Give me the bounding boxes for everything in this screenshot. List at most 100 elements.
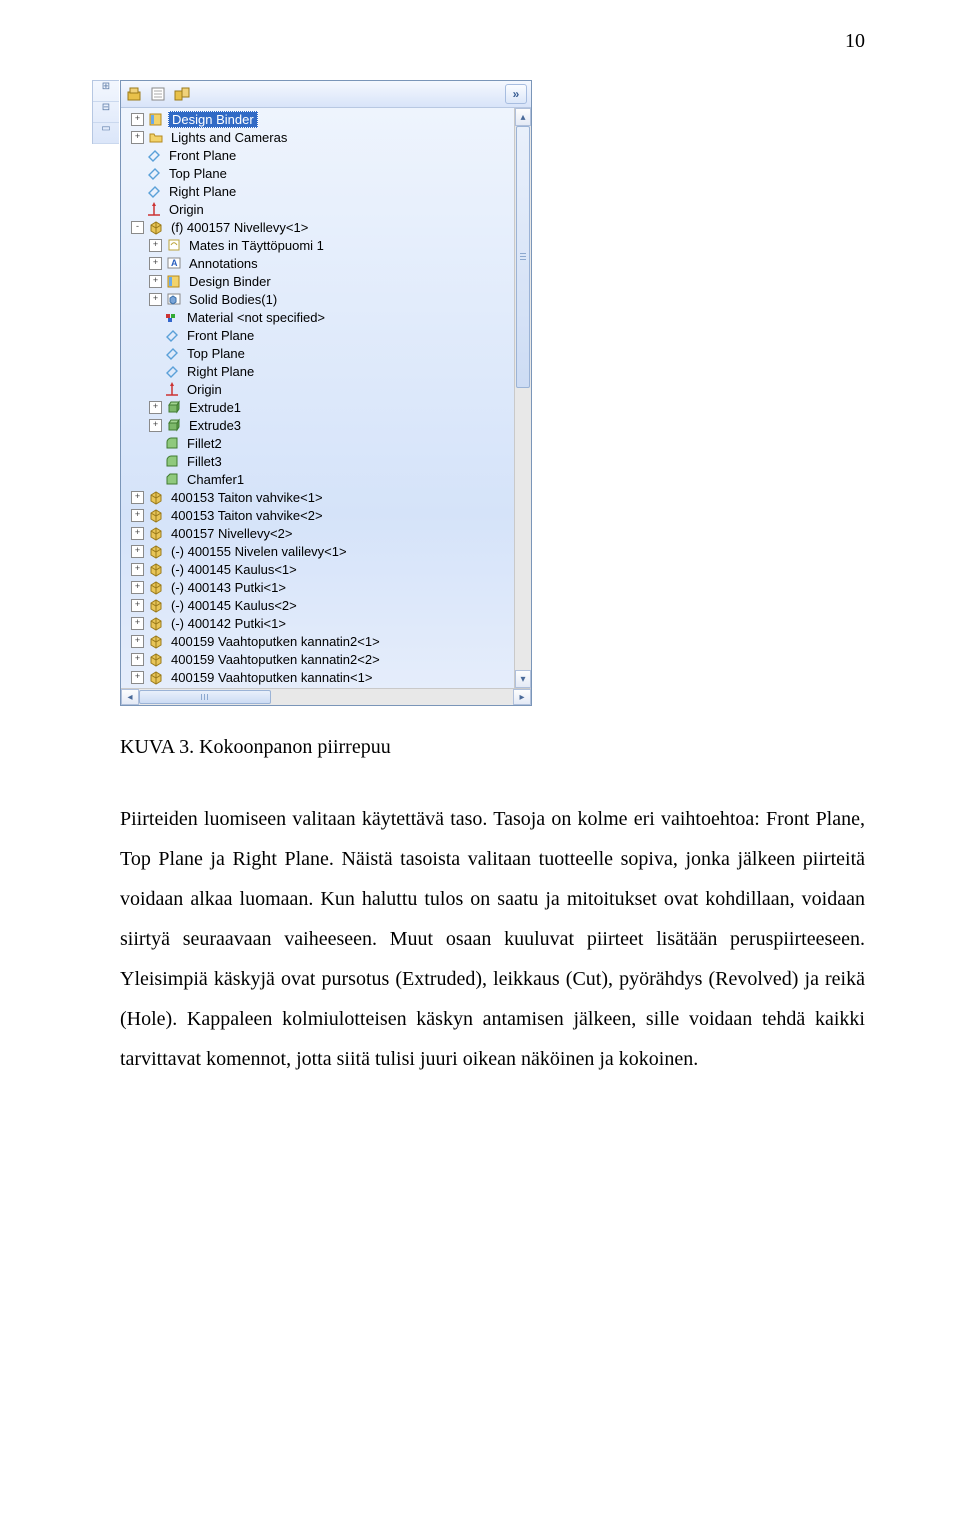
part-icon — [148, 561, 164, 577]
expand-icon[interactable]: + — [149, 275, 162, 288]
tree-item[interactable]: +Lights and Cameras — [123, 128, 531, 146]
tree-item[interactable]: +(-) 400142 Putki<1> — [123, 614, 531, 632]
vertical-scrollbar[interactable]: ▴ ▾ — [514, 108, 531, 688]
tree-item[interactable]: Material <not specified> — [123, 308, 531, 326]
scroll-down-arrow[interactable]: ▾ — [515, 670, 531, 688]
expand-icon[interactable]: + — [131, 509, 144, 522]
tree-item[interactable]: Top Plane — [123, 344, 531, 362]
expand-icon[interactable]: + — [131, 527, 144, 540]
hscroll-track[interactable] — [139, 689, 513, 705]
tree-item-label: Solid Bodies(1) — [186, 292, 280, 307]
tree-item[interactable]: Right Plane — [123, 182, 531, 200]
tree-item[interactable]: Front Plane — [123, 326, 531, 344]
mates-icon — [166, 237, 182, 253]
expand-icon[interactable]: + — [131, 491, 144, 504]
fillet-icon — [164, 453, 180, 469]
tree-item[interactable]: +(-) 400143 Putki<1> — [123, 578, 531, 596]
horizontal-scrollbar[interactable]: ◂ ▸ — [121, 688, 531, 705]
tree-item-label: Front Plane — [166, 148, 239, 163]
tree-item-label: Origin — [166, 202, 207, 217]
tree-item[interactable]: +400159 Vaahtoputken kannatin<1> — [123, 668, 531, 686]
side-btn-2[interactable]: ⊟ — [93, 102, 119, 123]
origin-icon — [146, 201, 162, 217]
figure-caption: KUVA 3. Kokoonpanon piirrepuu — [120, 736, 865, 759]
tree-item-label: Origin — [184, 382, 225, 397]
tree-item-label: (-) 400145 Kaulus<2> — [168, 598, 300, 613]
expand-icon[interactable]: + — [131, 545, 144, 558]
tree-item[interactable]: + Design Binder — [123, 272, 531, 290]
expand-icon[interactable]: + — [149, 293, 162, 306]
tree-item-label: (f) 400157 Nivellevy<1> — [168, 220, 311, 235]
feature-tree[interactable]: + Design Binder +Lights and Cameras Front P… — [121, 108, 531, 688]
expand-icon[interactable]: + — [131, 131, 144, 144]
tree-item[interactable]: +400157 Nivellevy<2> — [123, 524, 531, 542]
expand-button[interactable]: » — [505, 84, 527, 104]
svg-text:A: A — [171, 258, 178, 268]
tree-item[interactable]: + Extrude3 — [123, 416, 531, 434]
tab-assembly-icon[interactable] — [125, 85, 143, 103]
tree-item[interactable]: Origin — [123, 380, 531, 398]
side-btn-1[interactable]: ⊞ — [93, 81, 119, 102]
part-icon — [148, 615, 164, 631]
expand-icon[interactable]: + — [131, 653, 144, 666]
feature-tree-panel: » + Design Binder +Lights and Cameras Front… — [120, 80, 532, 706]
binder-icon — [166, 273, 182, 289]
tree-item[interactable]: - (f) 400157 Nivellevy<1> — [123, 218, 531, 236]
tree-item-label: 400153 Taiton vahvike<1> — [168, 490, 326, 505]
tree-item[interactable]: +Mates in Täyttöpuomi 1 — [123, 236, 531, 254]
tab-config-icon[interactable] — [173, 85, 191, 103]
folder-y-icon — [148, 129, 164, 145]
expand-icon[interactable]: + — [131, 635, 144, 648]
tree-item[interactable]: Right Plane — [123, 362, 531, 380]
tree-item[interactable]: + (-) 400155 Nivelen valilevy<1> — [123, 542, 531, 560]
collapse-icon[interactable]: - — [131, 221, 144, 234]
tree-item-label: Extrude1 — [186, 400, 244, 415]
scroll-left-arrow[interactable]: ◂ — [121, 689, 139, 705]
tree-item[interactable]: Fillet3 — [123, 452, 531, 470]
hscroll-thumb[interactable] — [139, 690, 271, 704]
expand-icon[interactable]: + — [131, 563, 144, 576]
expand-icon[interactable]: + — [149, 401, 162, 414]
expand-icon[interactable]: + — [149, 239, 162, 252]
tree-item[interactable]: +AAnnotations — [123, 254, 531, 272]
tree-item[interactable]: Origin — [123, 200, 531, 218]
tree-item-label: Extrude3 — [186, 418, 244, 433]
expand-icon[interactable]: + — [131, 599, 144, 612]
tree-item-label: (-) 400155 Nivelen valilevy<1> — [168, 544, 350, 559]
tree-item[interactable]: Fillet2 — [123, 434, 531, 452]
tree-item[interactable]: Front Plane — [123, 146, 531, 164]
vscroll-thumb[interactable] — [516, 126, 530, 388]
tree-item[interactable]: + (-) 400145 Kaulus<2> — [123, 596, 531, 614]
plane-icon — [164, 363, 180, 379]
tree-item-label: 400157 Nivellevy<2> — [168, 526, 295, 541]
tree-item[interactable]: +400153 Taiton vahvike<2> — [123, 506, 531, 524]
expand-icon[interactable]: + — [149, 419, 162, 432]
side-btn-3[interactable]: ▭ — [93, 123, 119, 144]
expand-icon[interactable]: + — [149, 257, 162, 270]
tree-item[interactable]: +400153 Taiton vahvike<1> — [123, 488, 531, 506]
scroll-up-arrow[interactable]: ▴ — [515, 108, 531, 126]
tree-item[interactable]: + Solid Bodies(1) — [123, 290, 531, 308]
tree-item[interactable]: Top Plane — [123, 164, 531, 182]
part-icon — [148, 507, 164, 523]
tree-item[interactable]: +400159 Vaahtoputken kannatin2<1> — [123, 632, 531, 650]
tree-item[interactable]: + Extrude1 — [123, 398, 531, 416]
page-number: 10 — [845, 30, 865, 53]
expand-icon[interactable]: + — [131, 671, 144, 684]
tab-props-icon[interactable] — [149, 85, 167, 103]
material-icon — [164, 309, 180, 325]
expand-icon[interactable]: + — [131, 581, 144, 594]
annot-icon: A — [166, 255, 182, 271]
expand-icon[interactable]: + — [131, 617, 144, 630]
tree-item[interactable]: +400159 Vaahtoputken kannatin2<2> — [123, 650, 531, 668]
tree-item[interactable]: +Design Binder — [123, 110, 531, 128]
scroll-right-arrow[interactable]: ▸ — [513, 689, 531, 705]
tree-item-label: Material <not specified> — [184, 310, 328, 325]
tree-item[interactable]: +(-) 400145 Kaulus<1> — [123, 560, 531, 578]
part-icon — [148, 543, 164, 559]
tree-item[interactable]: Chamfer1 — [123, 470, 531, 488]
tree-item-label: 400159 Vaahtoputken kannatin<1> — [168, 670, 375, 685]
tree-item-label: 400159 Vaahtoputken kannatin2<2> — [168, 652, 383, 667]
expand-icon[interactable]: + — [131, 113, 144, 126]
tree-item-label: Design Binder — [186, 274, 274, 289]
